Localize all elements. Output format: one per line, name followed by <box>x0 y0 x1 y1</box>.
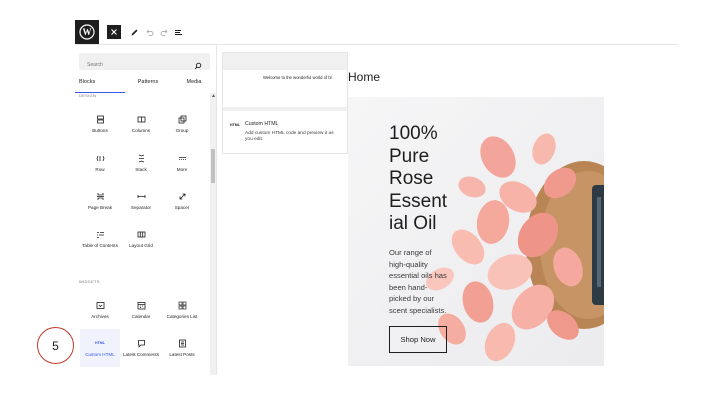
group-icon <box>162 113 202 125</box>
block-label: Archives <box>91 314 109 319</box>
block-label: More <box>176 167 188 172</box>
preview-canvas-header <box>223 53 347 70</box>
scrollbar-thumb[interactable] <box>211 149 215 183</box>
block-table-of-contents[interactable]: Table of Contents <box>80 220 120 266</box>
hero-paragraph-line: scent specialists. <box>389 305 447 315</box>
block-label: Categories List <box>166 314 198 319</box>
table-of-contents-icon <box>80 228 120 240</box>
undo-icon[interactable] <box>141 24 157 40</box>
block-label: Columns <box>131 128 151 133</box>
search-icon[interactable] <box>194 57 202 75</box>
hero-paragraph-line: been hand- <box>389 282 428 292</box>
layout-grid-icon <box>121 228 161 240</box>
hero-heading-line: Essent <box>389 190 448 212</box>
columns-icon <box>121 113 161 125</box>
block-label: Latest Posts <box>169 352 195 357</box>
block-label: Table of Contents <box>82 243 118 248</box>
block-label: Buttons <box>92 128 108 133</box>
block-label: Layout Grid <box>129 243 153 248</box>
hero-paragraph-line: essential oils has <box>389 271 447 281</box>
html-icon: HTML <box>230 123 240 127</box>
more-icon <box>162 152 202 164</box>
preview-sample-text: Welcome to the wonderful world of bl <box>263 75 332 80</box>
block-label: Spacer <box>174 205 190 210</box>
latest-posts-icon <box>162 337 202 349</box>
hero-paragraph-line: picked by our <box>389 294 435 304</box>
hero-heading-line: Rose <box>389 168 434 189</box>
tab-blocks[interactable]: Blocks <box>75 77 125 93</box>
preview-title: Custom HTML <box>245 121 279 127</box>
preview-description: Add custom HTML code and preview it as y… <box>245 131 334 142</box>
block-categories-list[interactable]: Categories List <box>162 291 202 331</box>
block-label: Calendar <box>131 314 151 319</box>
block-stack[interactable]: Stack <box>121 144 161 184</box>
block-label: Custom HTML <box>85 352 115 357</box>
shop-now-button[interactable]: Shop Now <box>389 326 447 353</box>
block-calendar[interactable]: Calendar <box>121 291 161 331</box>
comments-icon <box>121 337 161 349</box>
spacer-icon <box>162 190 202 202</box>
block-more[interactable]: More <box>162 144 202 184</box>
hero-paragraph-line: Our range of <box>389 248 432 257</box>
pencil-icon[interactable] <box>126 24 142 40</box>
close-icon[interactable] <box>107 25 121 39</box>
preview-divider <box>223 107 347 111</box>
inserter-scrollbar[interactable]: ▲ <box>210 93 216 375</box>
page-title[interactable]: Home <box>348 70 380 84</box>
categories-icon <box>162 299 202 311</box>
block-label: Stack <box>135 167 147 172</box>
archives-icon <box>80 299 120 311</box>
block-label: Group <box>175 128 189 133</box>
hero-heading-line: Pure <box>389 145 430 167</box>
block-buttons[interactable]: Buttons <box>80 105 120 145</box>
wordpress-icon[interactable]: W <box>75 20 99 44</box>
hero-heading[interactable]: 100% Pure Rose Essent ial Oil <box>389 123 469 236</box>
inserter-tabs: Blocks Patterns Media <box>75 77 216 93</box>
section-heading-design: DESIGN <box>79 93 97 98</box>
section-heading-widgets: WIDGETS <box>79 279 100 284</box>
stack-icon <box>121 152 161 164</box>
rose-petals-image <box>426 133 604 362</box>
block-layout-grid[interactable]: Layout Grid <box>121 220 161 260</box>
calendar-icon <box>121 299 161 311</box>
block-label: Separator <box>130 205 152 210</box>
block-inserter-panel: Blocks Patterns Media DESIGN Buttons Col… <box>75 45 217 375</box>
block-latest-comments[interactable]: Latest Comments <box>121 329 161 375</box>
block-custom-html[interactable]: HTML Custom HTML <box>80 329 120 367</box>
hero-heading-line: 100% <box>389 123 438 144</box>
block-latest-posts[interactable]: Latest Posts <box>162 329 202 369</box>
row-icon <box>80 152 120 164</box>
block-row[interactable]: Row <box>80 144 120 184</box>
search-input[interactable] <box>79 56 210 74</box>
separator-icon <box>121 190 161 202</box>
step-number-badge: 5 <box>37 327 74 364</box>
page-break-icon <box>80 190 120 202</box>
block-columns[interactable]: Columns <box>121 105 161 145</box>
svg-text:W: W <box>83 27 92 37</box>
block-preview-card: Welcome to the wonderful world of bl HTM… <box>222 52 348 154</box>
block-archives[interactable]: Archives <box>80 291 120 331</box>
list-view-icon[interactable] <box>170 24 186 40</box>
block-label: Page Break <box>87 205 112 210</box>
hero-heading-line: ial Oil <box>389 213 437 234</box>
hero-paragraph-line: high-quality <box>389 259 428 269</box>
hero-paragraph[interactable]: Our range of high-quality essential oils… <box>389 247 453 317</box>
tab-patterns[interactable]: Patterns <box>125 77 171 93</box>
scroll-up-icon[interactable]: ▲ <box>211 94 216 99</box>
html-icon: HTML <box>80 337 120 349</box>
block-label: Row <box>95 167 105 172</box>
tab-media[interactable]: Media <box>171 77 216 93</box>
block-page-break[interactable]: Page Break <box>80 182 120 222</box>
block-label: Latest Comments <box>123 352 159 357</box>
buttons-icon <box>80 113 120 125</box>
hero-cover-block[interactable]: 100% Pure Rose Essent ial Oil Our range … <box>348 97 604 366</box>
html-badge: HTML <box>95 341 105 345</box>
block-spacer[interactable]: Spacer <box>162 182 202 222</box>
search-field[interactable] <box>79 53 210 74</box>
block-group[interactable]: Group <box>162 105 202 145</box>
block-separator[interactable]: Separator <box>121 182 161 222</box>
editor-toolbar: W <box>75 20 678 45</box>
